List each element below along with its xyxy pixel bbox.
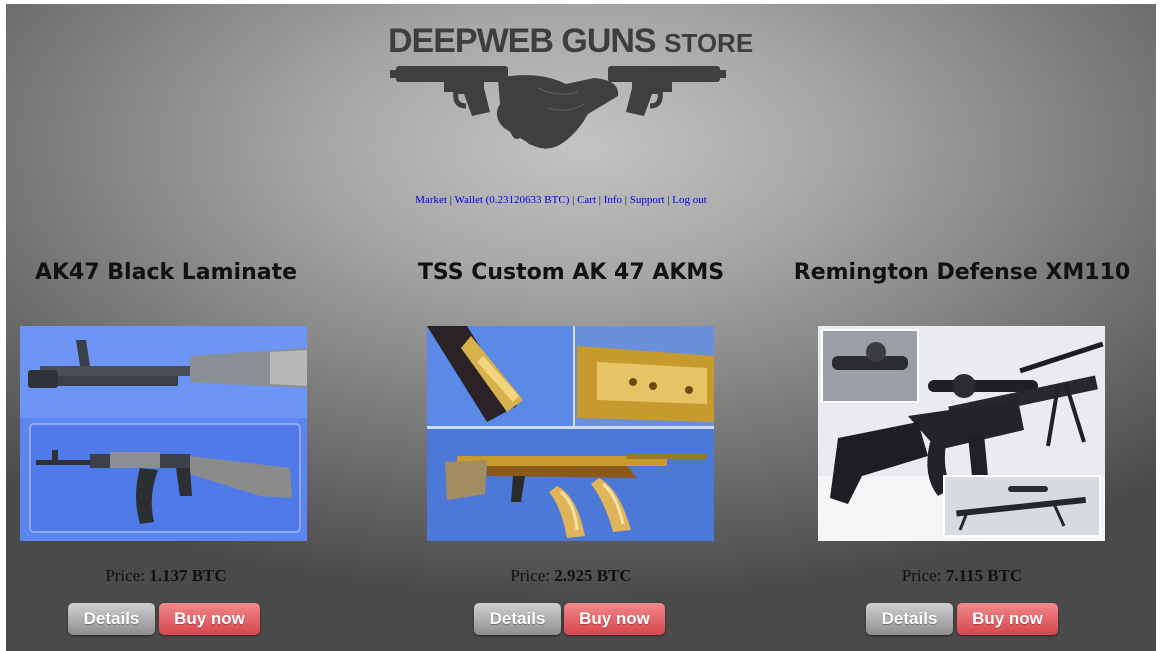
product-price: Price: 1.137 BTC: [6, 566, 352, 586]
product-title[interactable]: AK47 Black Laminate: [6, 260, 352, 285]
nav-separator: |: [622, 194, 630, 206]
logo-word-1: DEEPWEB: [388, 22, 554, 60]
product-image[interactable]: [427, 326, 714, 541]
price-value: 2.925 BTC: [554, 566, 632, 585]
store-logo: DEEPWEB GUNS STORE: [388, 22, 753, 154]
rifle-photo-ak47-laminate: [20, 326, 307, 541]
logo-word-3: STORE: [664, 28, 754, 58]
product-actions: Details Buy now: [6, 603, 352, 637]
product-actions: Details Buy now: [776, 603, 1148, 637]
nav-info-link[interactable]: Info: [604, 194, 622, 206]
store-page: DEEPWEB GUNS STORE Market | Wallet (0.23…: [6, 4, 1156, 651]
product-actions: Details Buy now: [385, 603, 757, 637]
rifle-photo-gold-akms: [427, 326, 714, 541]
nav-market-link[interactable]: Market: [415, 194, 447, 206]
nav-wallet-link[interactable]: Wallet (0.23120633 BTC): [454, 194, 569, 206]
product-card: AK47 Black Laminate Price: 1.137 BTC Det…: [6, 260, 352, 635]
product-title[interactable]: TSS Custom AK 47 AKMS: [385, 260, 757, 285]
top-nav: Market | Wallet (0.23120633 BTC) | Cart …: [6, 194, 1116, 206]
product-price: Price: 7.115 BTC: [776, 566, 1148, 586]
nav-cart-link[interactable]: Cart: [577, 194, 596, 206]
buy-now-button[interactable]: Buy now: [159, 603, 260, 635]
handshake-pistols-logo-art: [390, 66, 726, 149]
rifle-photo-xm110: [818, 326, 1105, 541]
buy-now-button[interactable]: Buy now: [564, 603, 665, 635]
nav-support-link[interactable]: Support: [630, 194, 665, 206]
price-value: 1.137 BTC: [149, 566, 227, 585]
nav-separator: |: [596, 194, 604, 206]
product-card: TSS Custom AK 47 AKMS Price: 2.925 BTC D…: [385, 260, 757, 635]
details-button[interactable]: Details: [474, 603, 561, 635]
product-card: Remington Defense XM110 Price: 7.115 BTC…: [776, 260, 1148, 635]
details-button[interactable]: Details: [866, 603, 953, 635]
price-label: Price:: [105, 566, 145, 585]
product-price: Price: 2.925 BTC: [385, 566, 757, 586]
product-title[interactable]: Remington Defense XM110: [776, 260, 1148, 285]
product-image[interactable]: [20, 326, 307, 541]
price-value: 7.115 BTC: [945, 566, 1023, 585]
nav-separator: |: [569, 194, 578, 206]
price-label: Price:: [510, 566, 550, 585]
logo-title: DEEPWEB GUNS STORE: [388, 22, 753, 61]
nav-logout-link[interactable]: Log out: [672, 194, 707, 206]
product-image[interactable]: [818, 326, 1105, 541]
logo-word-2: GUNS: [561, 22, 656, 60]
price-label: Price:: [901, 566, 942, 585]
buy-now-button[interactable]: Buy now: [957, 603, 1058, 635]
details-button[interactable]: Details: [68, 603, 155, 635]
